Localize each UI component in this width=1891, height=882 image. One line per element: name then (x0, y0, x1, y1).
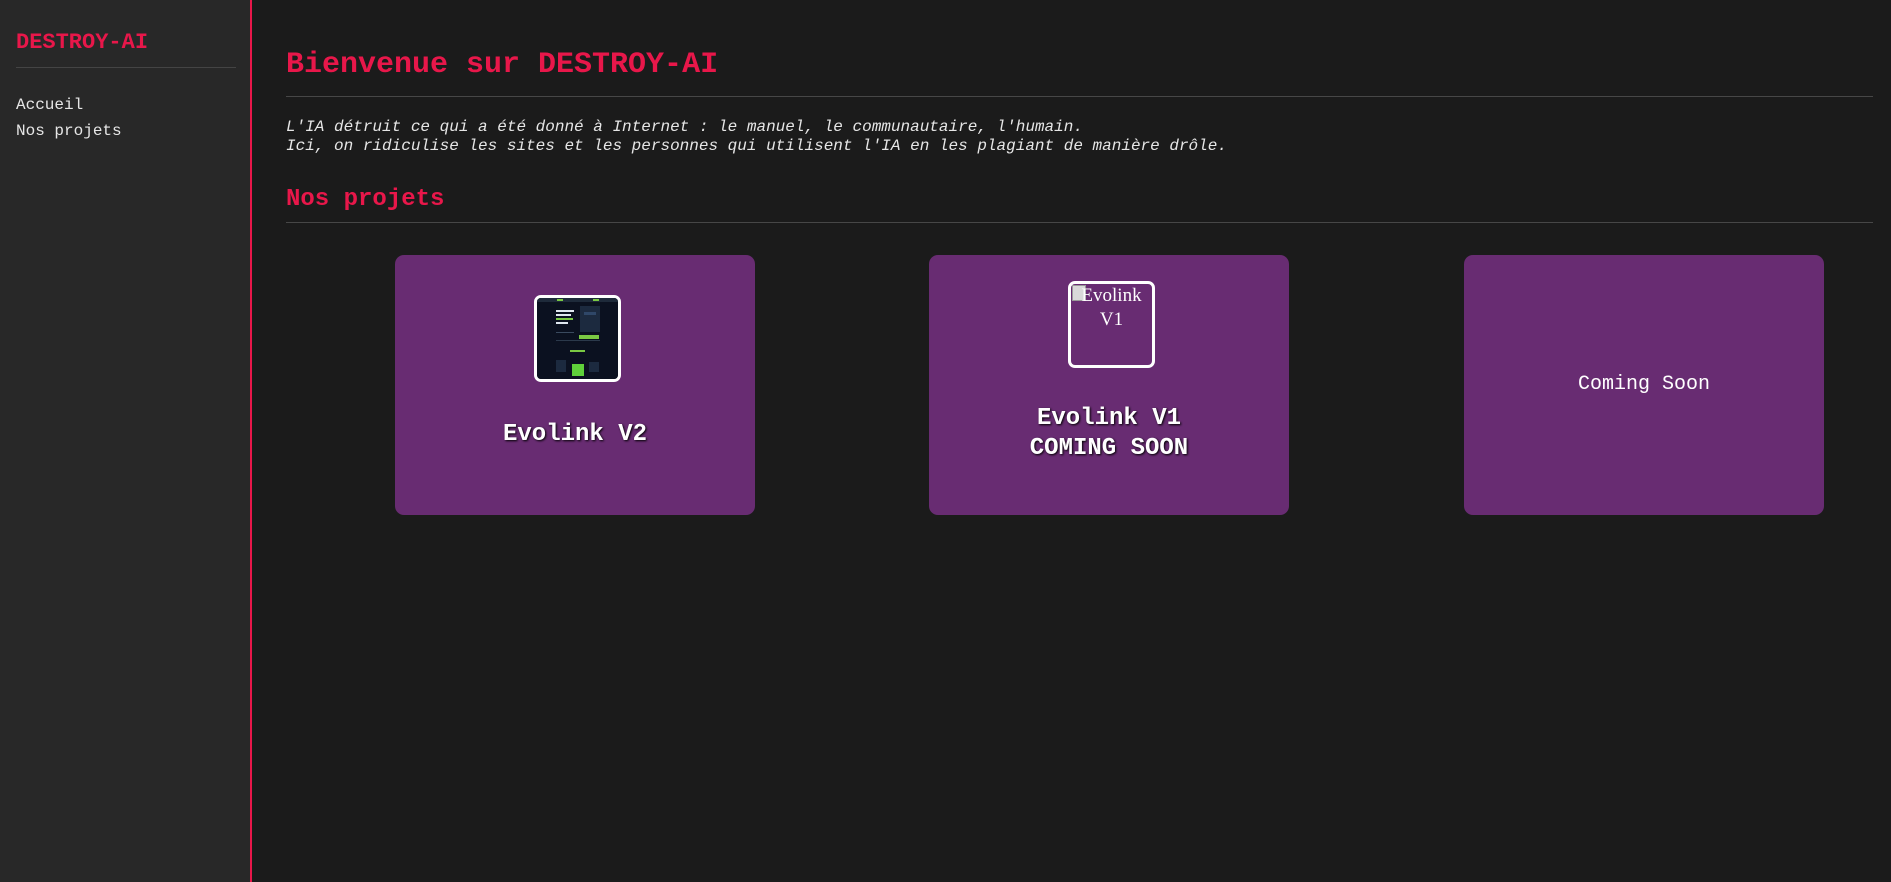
project-card-evolink-v2[interactable]: Evolink V2 (395, 255, 755, 515)
sidebar-nav: Accueil Nos projets (16, 92, 122, 144)
page-title: Bienvenue sur DESTROY-AI (286, 48, 719, 82)
intro-line-2: Ici, on ridiculise les sites et les pers… (286, 137, 1227, 155)
intro-text: L'IA détruit ce qui a été donné à Intern… (286, 118, 1227, 156)
sidebar: DESTROY-AI Accueil Nos projets (0, 0, 252, 882)
brand-divider (16, 67, 236, 68)
project-thumbnail (534, 295, 621, 382)
project-title: Evolink V2 (502, 421, 648, 448)
coming-soon-label: Coming Soon (1577, 373, 1711, 396)
project-status: COMING SOON (1029, 435, 1189, 462)
title-divider (286, 96, 1873, 97)
project-thumbnail: Evolink V1 (1068, 281, 1155, 368)
nav-link-nos-projets[interactable]: Nos projets (16, 118, 122, 144)
project-card-coming-soon[interactable]: Coming Soon (1464, 255, 1824, 515)
project-card-evolink-v1[interactable]: Evolink V1 Evolink V1 COMING SOON (929, 255, 1289, 515)
project-title: Evolink V1 COMING SOON (929, 404, 1289, 464)
website-preview-icon (537, 298, 618, 379)
projects-heading: Nos projets (286, 186, 445, 213)
projects-divider (286, 222, 1873, 223)
intro-line-1: L'IA détruit ce qui a été donné à Intern… (286, 118, 1083, 136)
image-alt-label: Evolink V1 (1081, 285, 1142, 330)
site-brand[interactable]: DESTROY-AI (16, 32, 148, 54)
nav-link-accueil[interactable]: Accueil (16, 92, 122, 118)
project-title-line-1: Evolink V1 (1036, 405, 1182, 432)
image-alt-text: Evolink V1 (1071, 284, 1152, 332)
